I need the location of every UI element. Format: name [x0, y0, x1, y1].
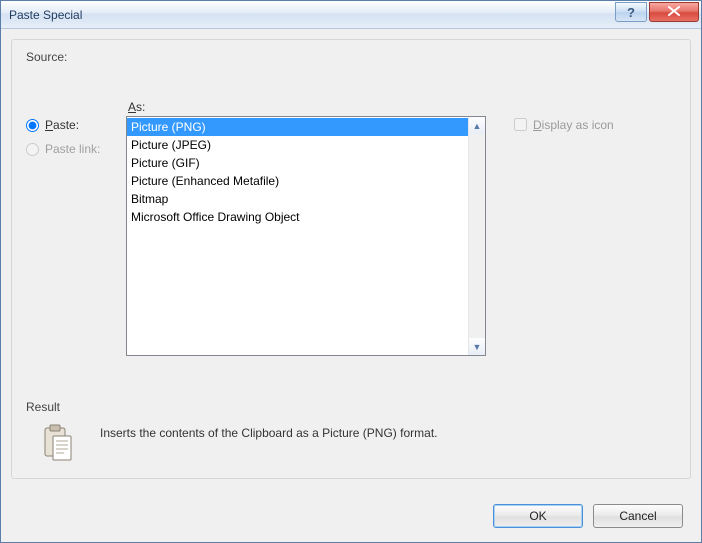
chevron-down-icon: ▼ — [473, 342, 482, 352]
window-title: Paste Special — [9, 8, 82, 22]
list-item[interactable]: Picture (PNG) — [127, 118, 468, 136]
paste-mode-radios: Paste: Paste link: — [26, 100, 126, 380]
format-listbox[interactable]: Picture (PNG)Picture (JPEG)Picture (GIF)… — [126, 116, 486, 356]
paste-special-dialog: Paste Special ? Source: Paste: — [0, 0, 702, 543]
paste-link-radio-label: Paste link: — [45, 142, 100, 156]
titlebar[interactable]: Paste Special ? — [1, 1, 701, 29]
result-label: Result — [26, 400, 676, 414]
result-text: Inserts the contents of the Clipboard as… — [100, 424, 437, 440]
clipboard-icon — [42, 424, 74, 465]
source-label: Source: — [26, 50, 676, 64]
display-as-icon-label: Display as icon — [533, 118, 614, 132]
close-button[interactable] — [649, 2, 699, 22]
listbox-scrollbar[interactable]: ▲ ▼ — [468, 117, 485, 355]
help-icon: ? — [627, 5, 635, 20]
scroll-up-button[interactable]: ▲ — [469, 117, 485, 134]
close-icon — [667, 5, 681, 19]
list-item[interactable]: Picture (GIF) — [127, 154, 468, 172]
list-item[interactable]: Picture (JPEG) — [127, 136, 468, 154]
help-button[interactable]: ? — [615, 2, 647, 22]
list-item[interactable]: Bitmap — [127, 190, 468, 208]
list-item[interactable]: Microsoft Office Drawing Object — [127, 208, 468, 226]
dialog-body: Source: Paste: Paste link: As: Pictur — [1, 29, 701, 542]
paste-link-radio — [26, 143, 39, 156]
scroll-down-button[interactable]: ▼ — [469, 338, 485, 355]
paste-radio-label: Paste: — [45, 118, 79, 132]
chevron-up-icon: ▲ — [473, 121, 482, 131]
ok-button[interactable]: OK — [493, 504, 583, 528]
main-group: Source: Paste: Paste link: As: Pictur — [11, 39, 691, 479]
cancel-button[interactable]: Cancel — [593, 504, 683, 528]
paste-radio[interactable] — [26, 119, 39, 132]
display-as-icon-checkbox — [514, 118, 527, 131]
list-item[interactable]: Picture (Enhanced Metafile) — [127, 172, 468, 190]
as-label: As: — [126, 100, 486, 114]
